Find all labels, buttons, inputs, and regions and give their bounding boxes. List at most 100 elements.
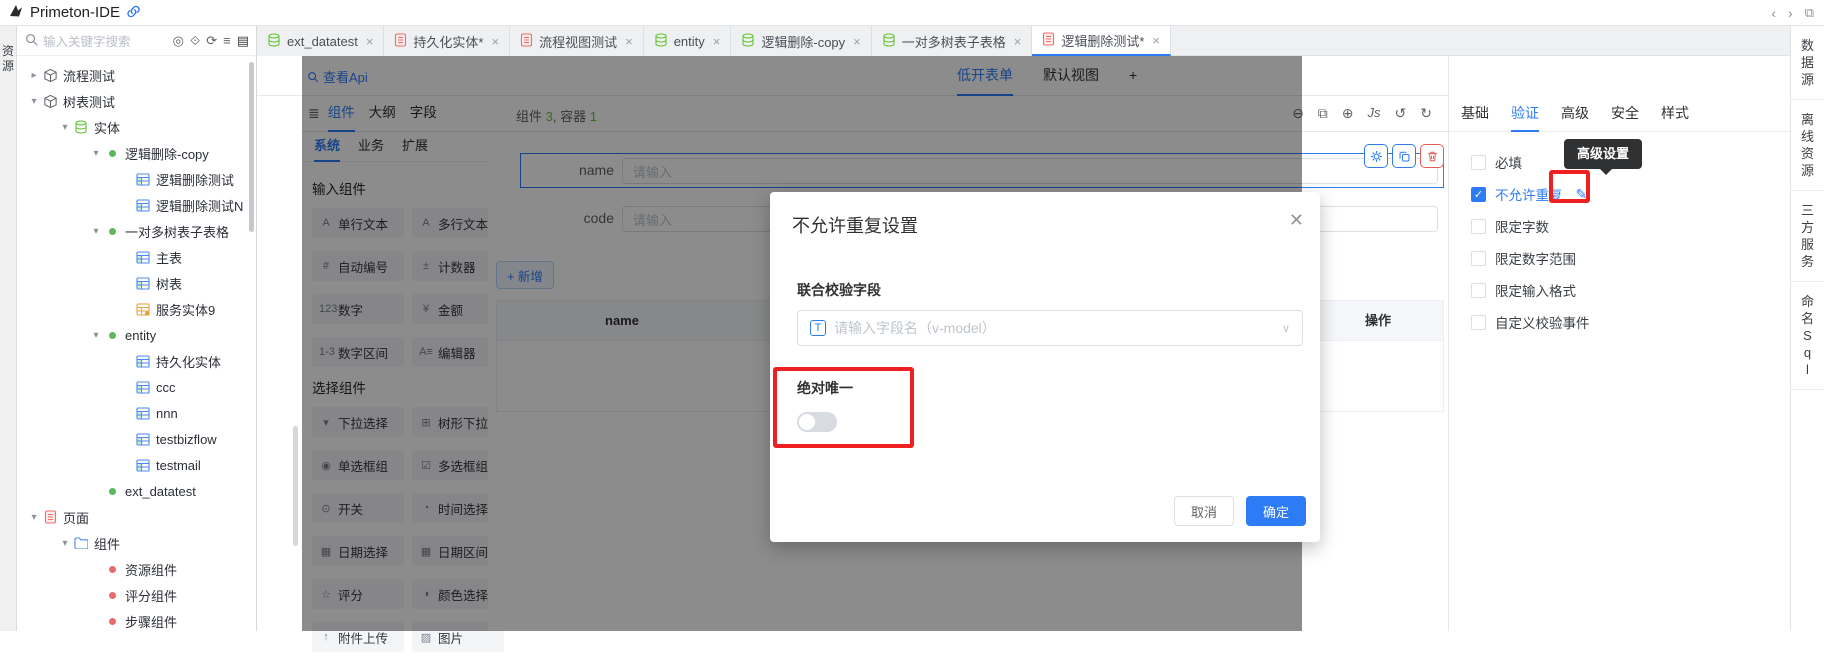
tree-item[interactable]: ▾ 一对多树表子表格 (17, 218, 256, 244)
tree-arrow-icon[interactable]: ▾ (27, 512, 41, 523)
tree-item[interactable]: ▾ 组件 (17, 530, 256, 556)
ai-icon[interactable]: ◎ (173, 33, 184, 49)
close-tab-icon[interactable]: × (713, 34, 721, 49)
properties-tab[interactable]: 高级 (1561, 96, 1589, 132)
tree-arrow-icon[interactable]: ▸ (27, 70, 41, 81)
window-restore-icon[interactable]: ⧉ (1805, 5, 1814, 21)
properties-tab[interactable]: 基础 (1461, 96, 1489, 132)
properties-tab[interactable]: 样式 (1661, 96, 1689, 132)
tree-item[interactable]: ▾ 页面 (17, 504, 256, 530)
tree-item[interactable]: testbizflow (17, 426, 256, 452)
tree-item[interactable]: ▾ 逻辑删除-copy (17, 140, 256, 166)
table-blue-icon (134, 277, 152, 290)
select-placeholder: 请输入字段名（v-model） (834, 318, 1274, 338)
dock-item[interactable]: 数据源 (1791, 26, 1824, 100)
delete-field-button[interactable] (1420, 144, 1444, 168)
edit-pencil-icon[interactable]: ✎ (1576, 186, 1588, 203)
close-tab-icon[interactable]: × (853, 34, 861, 49)
duplicate-icon[interactable]: ⧉ (1318, 105, 1328, 122)
checkbox[interactable] (1471, 251, 1486, 266)
editor-tab[interactable]: 逻辑删除测试* × (1032, 26, 1171, 56)
gutter-scrollbar[interactable] (293, 426, 298, 546)
absolute-unique-toggle[interactable] (797, 412, 837, 432)
checkbox[interactable] (1471, 283, 1486, 298)
link-icon[interactable] (126, 4, 141, 22)
joint-validation-label: 联合校验字段 (797, 280, 881, 300)
cancel-button[interactable]: 取消 (1174, 496, 1234, 526)
properties-tabs: 基础验证高级安全样式 (1449, 96, 1790, 132)
duplicate-field-button[interactable] (1392, 144, 1416, 168)
refresh-icon[interactable]: ⟳ (206, 33, 217, 49)
close-tab-icon[interactable]: × (1014, 34, 1022, 49)
tree-arrow-icon[interactable]: ▾ (58, 538, 72, 549)
tree-item[interactable]: 持久化实体 (17, 348, 256, 374)
field-settings-button[interactable] (1364, 144, 1388, 168)
editor-tab[interactable]: ext_datatest × (257, 26, 384, 56)
tree-arrow-icon[interactable]: ▾ (58, 122, 72, 133)
tree-item[interactable]: ▾ 树表测试 (17, 88, 256, 114)
confirm-button[interactable]: 确定 (1246, 496, 1306, 526)
tree-item[interactable]: 资源组件 (17, 556, 256, 582)
tree-item[interactable]: 树表 (17, 270, 256, 296)
editor-tab[interactable]: 流程视图测试 × (510, 26, 644, 56)
tree-item[interactable]: testmail (17, 452, 256, 478)
tree-item[interactable]: 逻辑删除测试 (17, 166, 256, 192)
tree-item[interactable]: nnn (17, 400, 256, 426)
resource-explorer-panel: 输入关键字搜索 ◎ ⟐ ⟳ ≡ ▤ ▸ 流程测试 ▾ 树表测试 ▾ 实体 ▾ 逻… (17, 26, 257, 631)
editor-tab[interactable]: 逻辑删除-copy × (731, 26, 871, 56)
dock-item[interactable]: 命名Sql (1791, 282, 1824, 390)
db-icon (882, 33, 896, 50)
close-tab-icon[interactable]: × (625, 34, 633, 49)
collapse-all-icon[interactable]: ≡ (223, 33, 231, 48)
properties-tab[interactable]: 安全 (1611, 96, 1639, 132)
tree-arrow-icon[interactable]: ▾ (89, 226, 103, 237)
checkbox[interactable] (1471, 315, 1486, 330)
folder-icon (72, 537, 90, 549)
validation-check-row: 限定输入格式 (1471, 274, 1790, 306)
tree-item[interactable]: 步骤组件 (17, 608, 256, 634)
close-tab-icon[interactable]: × (366, 34, 374, 49)
tree-scrollbar[interactable] (249, 62, 254, 232)
tree-item[interactable]: ▾ entity (17, 322, 256, 348)
nav-back-icon[interactable]: ‹ (1771, 5, 1776, 21)
checkbox[interactable] (1471, 155, 1486, 170)
new-module-icon[interactable]: ⟐ (190, 33, 200, 49)
table-blue-icon (134, 251, 152, 264)
tree-item[interactable]: ▸ 流程测试 (17, 62, 256, 88)
close-tab-icon[interactable]: × (491, 34, 499, 49)
dock-item[interactable]: 离线资源 (1791, 100, 1824, 191)
tree-item[interactable]: ccc (17, 374, 256, 400)
search-input[interactable]: 输入关键字搜索 (43, 31, 170, 50)
dot-green-icon (103, 488, 121, 495)
editor-tab[interactable]: 持久化实体* × (384, 26, 510, 56)
tree-item[interactable]: 逻辑删除测试N (17, 192, 256, 218)
nav-forward-icon[interactable]: › (1788, 5, 1793, 21)
checkbox[interactable] (1471, 219, 1486, 234)
tree-arrow-icon[interactable]: ▾ (89, 330, 103, 341)
redo-icon[interactable]: ↻ (1420, 105, 1432, 122)
tree-item[interactable]: ext_datatest (17, 478, 256, 504)
tree-item[interactable]: 评分组件 (17, 582, 256, 608)
tree-arrow-icon[interactable]: ▾ (27, 96, 41, 107)
editor-tab[interactable]: 一对多树表子表格 × (872, 26, 1033, 56)
globe-icon[interactable]: ⊕ (1342, 105, 1354, 122)
package-icon (41, 94, 59, 109)
properties-tab[interactable]: 验证 (1511, 96, 1539, 132)
locate-file-icon[interactable]: ▤ (237, 33, 249, 49)
tree-item[interactable]: 主表 (17, 244, 256, 270)
tree-arrow-icon[interactable]: ▾ (89, 148, 103, 159)
tree-item[interactable]: ▾ 实体 (17, 114, 256, 140)
editor-tab[interactable]: entity × (644, 26, 732, 56)
table-blue-icon (134, 355, 152, 368)
close-tab-icon[interactable]: × (1152, 33, 1160, 48)
undo-icon[interactable]: ↺ (1395, 105, 1407, 122)
close-icon[interactable]: ✕ (1289, 210, 1304, 231)
tree-item[interactable]: 服务实体9 (17, 296, 256, 322)
canvas-toolbar: ⊖⧉⊕Js↺↻ (1292, 105, 1432, 122)
dock-item[interactable]: 三方服务 (1791, 191, 1824, 282)
checkbox[interactable]: ✓ (1471, 187, 1486, 202)
doc-icon (394, 33, 407, 50)
activity-item-resources[interactable]: 资源 (0, 44, 16, 74)
js-icon[interactable]: Js (1368, 105, 1381, 122)
field-name-select[interactable]: T 请输入字段名（v-model） ∨ (797, 310, 1303, 346)
